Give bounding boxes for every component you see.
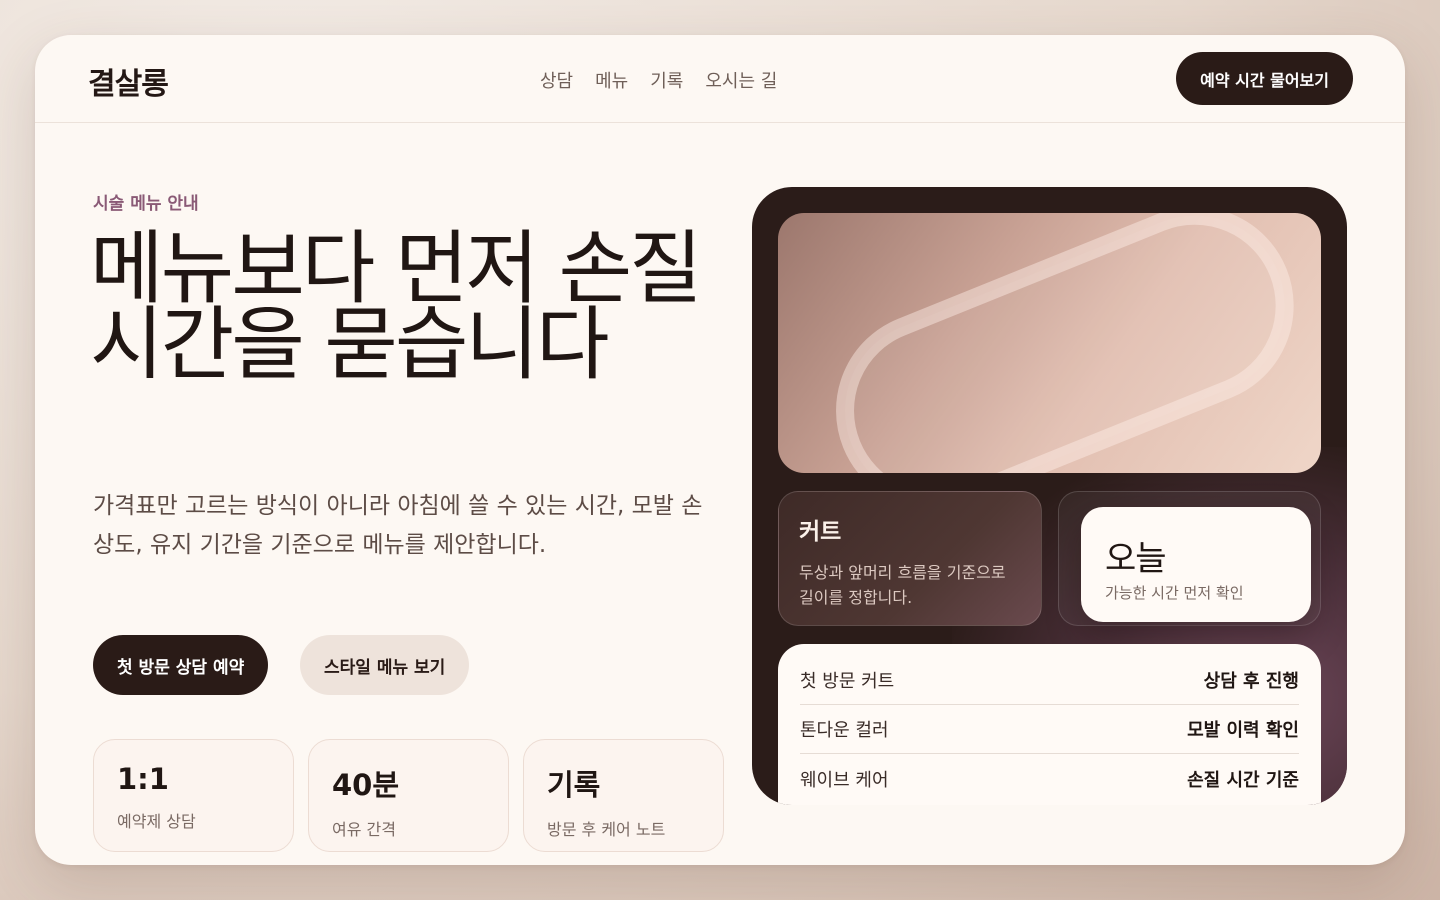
cut-card-title: 커트 — [799, 519, 842, 545]
cut-card-description: 두상과 앞머리 흐름을 기준으로 길이를 정합니다. — [799, 563, 1006, 607]
stat-value: 기록 — [547, 768, 601, 802]
menu-item-status: 모발 이력 확인 — [1187, 720, 1299, 741]
menu-item-name: 웨이브 케어 — [800, 769, 889, 791]
nav-link-directions[interactable]: 오시는 길 — [705, 67, 777, 93]
menu-item-status: 손질 시간 기준 — [1187, 769, 1299, 791]
showcase-panel: 커트 두상과 앞머리 흐름을 기준으로 길이를 정합니다. 오늘 가능한 시간 … — [752, 187, 1347, 805]
stat-card-consult: 1:1 예약제 상담 — [93, 739, 294, 852]
stat-card-interval: 40분 여유 간격 — [308, 739, 509, 852]
brand-logo[interactable]: 결살롱 — [88, 59, 169, 103]
menu-list-item[interactable]: 웨이브 케어 손질 시간 기준 — [800, 754, 1299, 803]
section-eyebrow: 시술 메뉴 안내 — [93, 194, 199, 214]
today-card-title: 오늘 — [1105, 539, 1167, 579]
stat-value: 1:1 — [117, 762, 169, 796]
cut-info-card[interactable]: 커트 두상과 앞머리 흐름을 기준으로 길이를 정합니다. — [778, 491, 1042, 626]
stat-label: 방문 후 케어 노트 — [547, 820, 666, 839]
nav-link-consult[interactable]: 상담 — [540, 67, 573, 93]
stat-label: 예약제 상담 — [117, 812, 196, 831]
first-visit-booking-button[interactable]: 첫 방문 상담 예약 — [93, 635, 269, 695]
menu-item-name: 톤다운 컬러 — [800, 720, 889, 741]
stat-card-record: 기록 방문 후 케어 노트 — [523, 739, 724, 852]
menu-item-name: 첫 방문 커트 — [800, 671, 895, 692]
main-nav: 상담 메뉴 기록 오시는 길 — [540, 67, 777, 93]
nav-link-menu[interactable]: 메뉴 — [595, 67, 628, 93]
stat-value: 40분 — [332, 768, 400, 802]
menu-item-status: 상담 후 진행 — [1203, 671, 1299, 692]
nav-link-records[interactable]: 기록 — [650, 67, 683, 93]
app-window: 결살롱 상담 메뉴 기록 오시는 길 예약 시간 물어보기 시술 메뉴 안내 메… — [35, 35, 1405, 865]
today-availability-card[interactable]: 오늘 가능한 시간 먼저 확인 — [1081, 507, 1311, 622]
today-card-description: 가능한 시간 먼저 확인 — [1105, 584, 1244, 602]
top-navigation-bar: 결살롱 상담 메뉴 기록 오시는 길 예약 시간 물어보기 — [35, 35, 1405, 123]
style-menu-button[interactable]: 스타일 메뉴 보기 — [300, 635, 470, 695]
hero-lead-text: 가격표만 고르는 방식이 아니라 아침에 쓸 수 있는 시간, 모발 손상도, … — [93, 493, 703, 558]
menu-list-item[interactable]: 첫 방문 커트 상담 후 진행 — [800, 656, 1299, 705]
pill-shape-decoration — [836, 213, 1294, 473]
hero-headline: 메뉴보다 먼저 손질 시간을 묻습니다 — [90, 222, 703, 391]
stat-label: 여유 간격 — [332, 820, 396, 839]
hero-image — [778, 213, 1321, 473]
menu-list: 첫 방문 커트 상담 후 진행 톤다운 컬러 모발 이력 확인 웨이브 케어 손… — [778, 644, 1321, 805]
ask-booking-time-button[interactable]: 예약 시간 물어보기 — [1176, 52, 1353, 105]
menu-list-item[interactable]: 톤다운 컬러 모발 이력 확인 — [800, 705, 1299, 754]
